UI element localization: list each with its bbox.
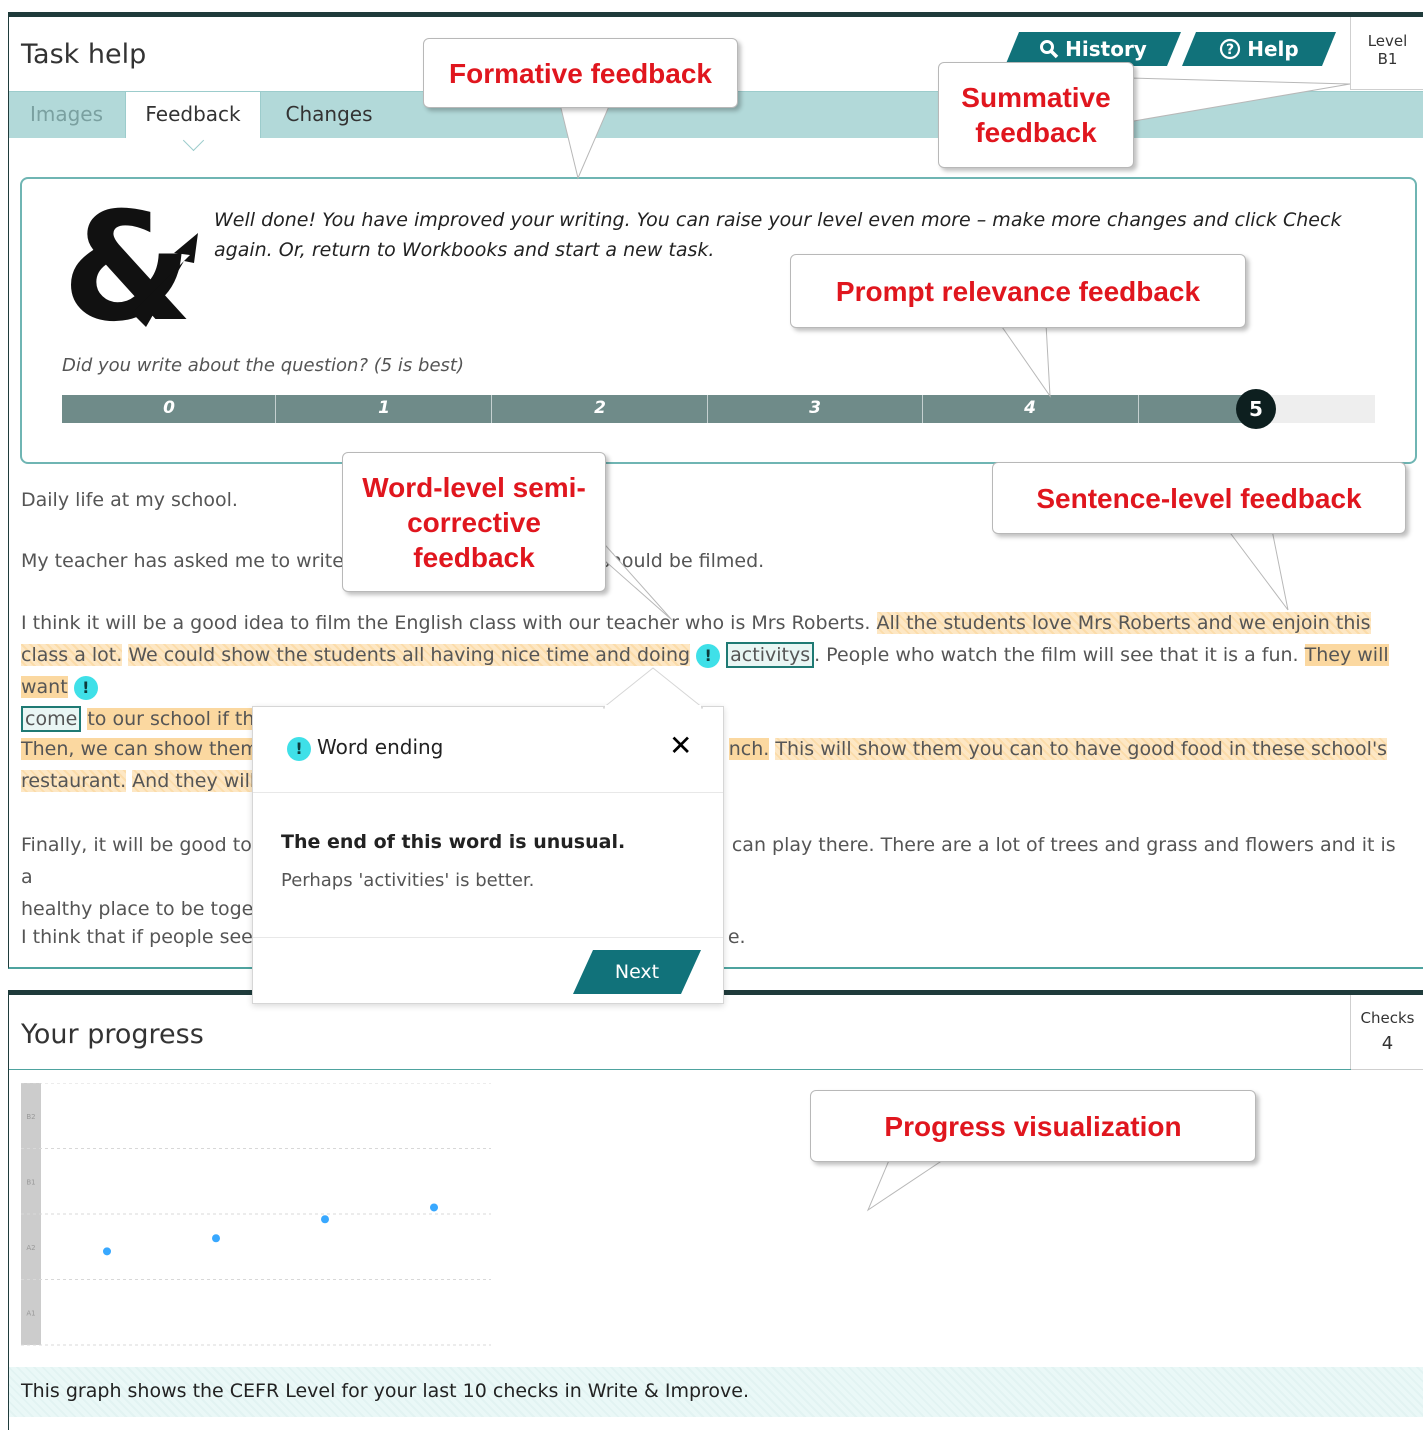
sentence-level-feedback-callout: Sentence-level feedback bbox=[992, 462, 1406, 534]
prompt-relevance-callout: Prompt relevance feedback bbox=[790, 254, 1246, 328]
divider bbox=[253, 937, 723, 938]
callout-text: Sentence-level feedback bbox=[1036, 482, 1362, 514]
scale-label-4: 4 bbox=[1024, 398, 1036, 418]
callout-text: Prompt relevance feedback bbox=[835, 275, 1201, 307]
history-label: History bbox=[1065, 37, 1147, 61]
word-ending-popup: ! Word ending ✕ The end of this word is … bbox=[252, 667, 724, 1004]
essay-text: My teacher has asked me to write bbox=[21, 550, 344, 572]
scale-fill bbox=[62, 395, 1256, 423]
essay-text: healthy place to be toget bbox=[21, 898, 261, 920]
scale-tick bbox=[491, 395, 492, 431]
formative-feedback-callout: Formative feedback bbox=[423, 38, 738, 108]
ampersand-logo-icon: & bbox=[62, 201, 198, 331]
level-axis-column bbox=[21, 1083, 41, 1345]
divider bbox=[253, 792, 723, 793]
checks-indicator: Checks 4 bbox=[1350, 995, 1423, 1070]
progress-panel: Your progress Checks 4 A1 A2 B1 B2 This gra… bbox=[8, 990, 1423, 1430]
checks-label: Checks bbox=[1360, 1009, 1415, 1027]
highlighted-sentence[interactable]: Then, we can show them bbox=[21, 738, 259, 760]
scale-label-3: 3 bbox=[809, 398, 821, 418]
tab-images[interactable]: Images bbox=[9, 92, 124, 138]
essay-title-text: Daily life at my school. bbox=[21, 489, 238, 511]
flagged-word-activitys[interactable]: activitys bbox=[726, 642, 815, 668]
level-indicator: Level B1 bbox=[1350, 17, 1423, 90]
alert-icon: ! bbox=[287, 737, 311, 761]
tab-feedback[interactable]: Feedback bbox=[125, 92, 261, 138]
callout-text: Summative feedback bbox=[961, 82, 1111, 148]
svg-text:?: ? bbox=[1226, 42, 1234, 58]
highlighted-sentence[interactable]: nch. bbox=[728, 738, 770, 760]
data-point[interactable] bbox=[321, 1215, 329, 1224]
svg-text:&: & bbox=[62, 201, 193, 331]
popup-heading: The end of this word is unusual. bbox=[281, 831, 626, 853]
popup-suggestion: Perhaps 'activities' is better. bbox=[281, 870, 535, 891]
essay-text: should be filmed. bbox=[599, 550, 765, 572]
progress-title: Your progress bbox=[21, 1019, 204, 1050]
scale-label-1: 1 bbox=[378, 398, 390, 418]
essay-text: e. bbox=[727, 926, 746, 948]
callout-text: Formative feedback bbox=[449, 57, 712, 89]
data-point[interactable] bbox=[103, 1247, 111, 1256]
y-tick-label: B1 bbox=[26, 1178, 35, 1186]
help-circle-icon: ? bbox=[1219, 38, 1241, 60]
word-error-icon[interactable]: ! bbox=[73, 675, 98, 700]
history-button[interactable]: History bbox=[1005, 32, 1181, 66]
close-icon[interactable]: ✕ bbox=[669, 729, 692, 762]
summative-feedback-callout: Summative feedback bbox=[938, 62, 1134, 168]
divider bbox=[9, 1069, 1351, 1070]
search-icon bbox=[1039, 39, 1059, 59]
word-error-icon[interactable]: ! bbox=[696, 643, 721, 668]
y-tick-label: A1 bbox=[26, 1309, 35, 1317]
scale-tick bbox=[707, 395, 708, 431]
callout-text: Word-level semi-corrective feedback bbox=[362, 471, 586, 573]
graph-caption-text: This graph shows the CEFR Level for your… bbox=[21, 1380, 750, 1402]
level-label: Level bbox=[1367, 32, 1408, 50]
highlighted-sentence[interactable]: We could show the students all having ni… bbox=[128, 644, 691, 666]
data-point[interactable] bbox=[212, 1234, 220, 1243]
next-button[interactable]: Next bbox=[573, 950, 701, 994]
flagged-word-come[interactable]: come bbox=[21, 706, 82, 732]
highlighted-sentence[interactable]: And they will bbox=[132, 770, 256, 792]
level-value: B1 bbox=[1377, 50, 1398, 68]
essay-sentence: . People who watch the film will see tha… bbox=[814, 644, 1299, 666]
help-label: Help bbox=[1247, 37, 1299, 61]
tab-changes[interactable]: Changes bbox=[269, 92, 389, 138]
scale-tick bbox=[922, 395, 923, 431]
y-tick-label: A2 bbox=[26, 1244, 35, 1252]
essay-text: Finally, it will be good to bbox=[21, 834, 252, 856]
callout-text: Progress visualization bbox=[884, 1110, 1182, 1142]
y-tick-label: B2 bbox=[26, 1113, 35, 1121]
graph-caption: This graph shows the CEFR Level for your… bbox=[9, 1367, 1423, 1417]
word-level-feedback-callout: Word-level semi-corrective feedback bbox=[342, 452, 606, 592]
essay-text: I think that if people see bbox=[21, 926, 253, 948]
progress-chart: A1 A2 B1 B2 bbox=[21, 1083, 491, 1346]
prompt-relevance-scale: 0 1 2 3 4 5 bbox=[62, 389, 1375, 431]
scale-label-2: 2 bbox=[594, 398, 606, 418]
task-help-title: Task help bbox=[21, 39, 147, 70]
popup-title: Word ending bbox=[317, 735, 444, 759]
progress-visualization-callout: Progress visualization bbox=[810, 1090, 1256, 1162]
prompt-relevance-question: Did you write about the question? (5 is … bbox=[62, 355, 464, 376]
help-button[interactable]: ? Help bbox=[1182, 32, 1336, 66]
essay-sentence: I think it will be a good idea to film t… bbox=[21, 612, 871, 634]
data-point[interactable] bbox=[430, 1203, 438, 1212]
scale-tick bbox=[275, 395, 276, 431]
essay-paragraph-1: My teacher has asked me to write should b… bbox=[21, 545, 1411, 577]
scale-label-0: 0 bbox=[163, 398, 175, 418]
scale-current-value: 5 bbox=[1236, 389, 1276, 429]
checks-value: 4 bbox=[1381, 1033, 1394, 1054]
scale-tick bbox=[1138, 395, 1139, 431]
popup-pointer bbox=[603, 667, 703, 709]
